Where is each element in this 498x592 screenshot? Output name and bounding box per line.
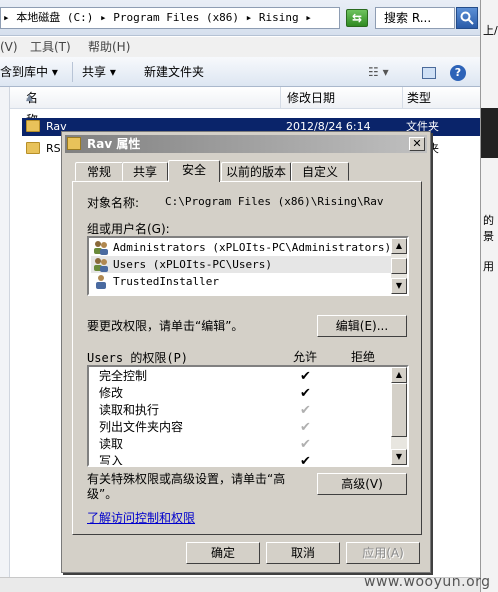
allow-check-icon: ✔	[300, 437, 311, 452]
help-icon[interactable]: ?	[450, 57, 466, 87]
advanced-button[interactable]: 高级(V)	[317, 473, 407, 495]
allow-check-icon: ✔	[300, 386, 311, 401]
column-date[interactable]: 修改日期	[287, 87, 335, 109]
scroll-thumb[interactable]	[391, 258, 407, 274]
folder-icon	[26, 142, 40, 154]
sort-arrow-icon: ▲	[26, 93, 33, 103]
chevron-down-icon: ▾	[51, 65, 58, 79]
navigation-pane[interactable]	[0, 87, 10, 577]
sliver-text: 的景	[483, 214, 494, 243]
menu-tools[interactable]: 工具(T)	[30, 37, 71, 57]
scroll-thumb[interactable]	[391, 383, 407, 437]
cancel-button[interactable]: 取消	[266, 542, 340, 564]
column-type[interactable]: 类型	[407, 87, 431, 109]
perm-row: 读取	[99, 437, 124, 451]
search-button[interactable]	[456, 7, 478, 29]
group-item-users[interactable]: Users (xPLOIts-PC\Users)	[91, 256, 391, 273]
allow-check-icon: ✔	[300, 454, 311, 467]
users-icon	[94, 241, 108, 255]
security-tab-panel: 对象名称: C:\Program Files (x86)\Rising\Rav …	[72, 181, 422, 535]
permissions-header: Users 的权限(P)	[87, 351, 189, 365]
address-bar-area: ▸ 本地磁盘 (C:) ▸ Program Files (x86) ▸ Risi…	[0, 0, 498, 36]
scroll-up-icon[interactable]: ▲	[391, 367, 407, 383]
perm-row: 完全控制	[99, 369, 148, 383]
groups-listbox[interactable]: Administrators (xPLOIts-PC\Administrator…	[87, 236, 409, 296]
view-options-icon[interactable]: ☷ ▾	[368, 57, 389, 87]
user-icon	[96, 275, 106, 289]
allow-check-icon: ✔	[300, 403, 311, 418]
folder-icon	[26, 120, 40, 132]
close-button[interactable]: ✕	[409, 137, 425, 151]
menu-bar: (V) 工具(T) 帮助(H)	[0, 37, 480, 57]
allow-column-label: 允许	[293, 350, 318, 364]
perm-row: 修改	[99, 386, 124, 400]
share-button[interactable]: 共享 ▾	[82, 57, 116, 87]
edit-button[interactable]: 编辑(E)...	[317, 315, 407, 337]
groups-scrollbar[interactable]: ▲ ▼	[391, 238, 407, 294]
adjacent-window-edge: 上/ 的景 用	[480, 0, 498, 592]
new-folder-button[interactable]: 新建文件夹	[144, 57, 204, 87]
watermark: www.wooyun.org	[364, 574, 491, 590]
refresh-button[interactable]: ⇆	[346, 9, 368, 27]
perm-row: 列出文件夹内容	[99, 420, 184, 434]
toolbar-divider	[72, 62, 73, 82]
preview-pane-icon[interactable]	[422, 57, 436, 87]
perm-row: 写入	[99, 454, 124, 467]
chevron-down-icon: ▾	[109, 65, 116, 79]
folder-icon	[67, 137, 81, 150]
tab-previous-versions[interactable]: 以前的版本	[221, 162, 291, 181]
scroll-up-icon[interactable]: ▲	[391, 238, 407, 254]
search-icon	[460, 11, 474, 25]
group-name: Users (xPLOIts-PC\Users)	[113, 258, 272, 271]
dialog-title: Rav 属性	[87, 137, 141, 151]
tab-sharing[interactable]: 共享	[122, 162, 168, 181]
menu-view[interactable]: (V)	[0, 37, 18, 57]
special-permission-hint: 有关特殊权限或高级设置，请单击“高级”。	[87, 472, 286, 501]
apply-button[interactable]: 应用(A)	[346, 542, 420, 564]
menu-help[interactable]: 帮助(H)	[88, 37, 130, 57]
permissions-scrollbar[interactable]: ▲ ▼	[391, 367, 407, 465]
tab-customize[interactable]: 自定义	[291, 162, 349, 181]
object-name-value: C:\Program Files (x86)\Rising\Rav	[165, 195, 384, 208]
perm-row: 读取和执行	[99, 403, 160, 417]
scroll-down-icon[interactable]: ▼	[391, 278, 407, 294]
tab-general[interactable]: 常规	[75, 162, 123, 181]
group-name: TrustedInstaller	[113, 275, 219, 288]
change-permission-hint: 要更改权限，请单击“编辑”。	[87, 319, 244, 333]
allow-check-icon: ✔	[300, 369, 311, 384]
group-name: Administrators (xPLOIts-PC\Administrator…	[113, 241, 392, 254]
allow-check-icon: ✔	[300, 420, 311, 435]
dialog-titlebar[interactable]: Rav 属性 ✕	[65, 135, 427, 153]
address-input[interactable]: ▸ 本地磁盘 (C:) ▸ Program Files (x86) ▸ Risi…	[0, 7, 340, 29]
search-input[interactable]: 搜索 R...	[375, 7, 455, 29]
column-divider[interactable]	[402, 87, 403, 109]
column-header: 名称 ▲ 修改日期 类型	[10, 87, 480, 127]
groups-label: 组或用户名(G):	[87, 222, 170, 236]
properties-dialog: Rav 属性 ✕ 常规 共享 安全 以前的版本 自定义 对象名称: C:\Pro…	[61, 131, 431, 573]
group-item-trustedinstaller[interactable]: TrustedInstaller	[91, 273, 391, 290]
column-divider[interactable]	[280, 87, 281, 109]
object-name-label: 对象名称:	[87, 196, 140, 210]
sliver-text: 用	[483, 260, 494, 273]
explorer-toolbar: 含到库中 ▾ 共享 ▾ 新建文件夹 ☷ ▾ ?	[0, 57, 480, 87]
ok-button[interactable]: 确定	[186, 542, 260, 564]
scroll-down-icon[interactable]: ▼	[391, 449, 407, 465]
sliver-text: 上/	[483, 24, 498, 37]
users-icon	[94, 258, 108, 272]
learn-access-control-link[interactable]: 了解访问控制和权限	[87, 509, 195, 526]
deny-column-label: 拒绝	[351, 350, 376, 364]
group-item-administrators[interactable]: Administrators (xPLOIts-PC\Administrator…	[91, 239, 391, 256]
permissions-listbox[interactable]: 完全控制 ✔ 修改 ✔ 读取和执行 ✔ 列出文件夹内容 ✔ 读取 ✔ 写入 ✔ …	[87, 365, 409, 467]
include-library-button[interactable]: 含到库中 ▾	[0, 57, 58, 87]
tab-security[interactable]: 安全	[168, 160, 220, 182]
